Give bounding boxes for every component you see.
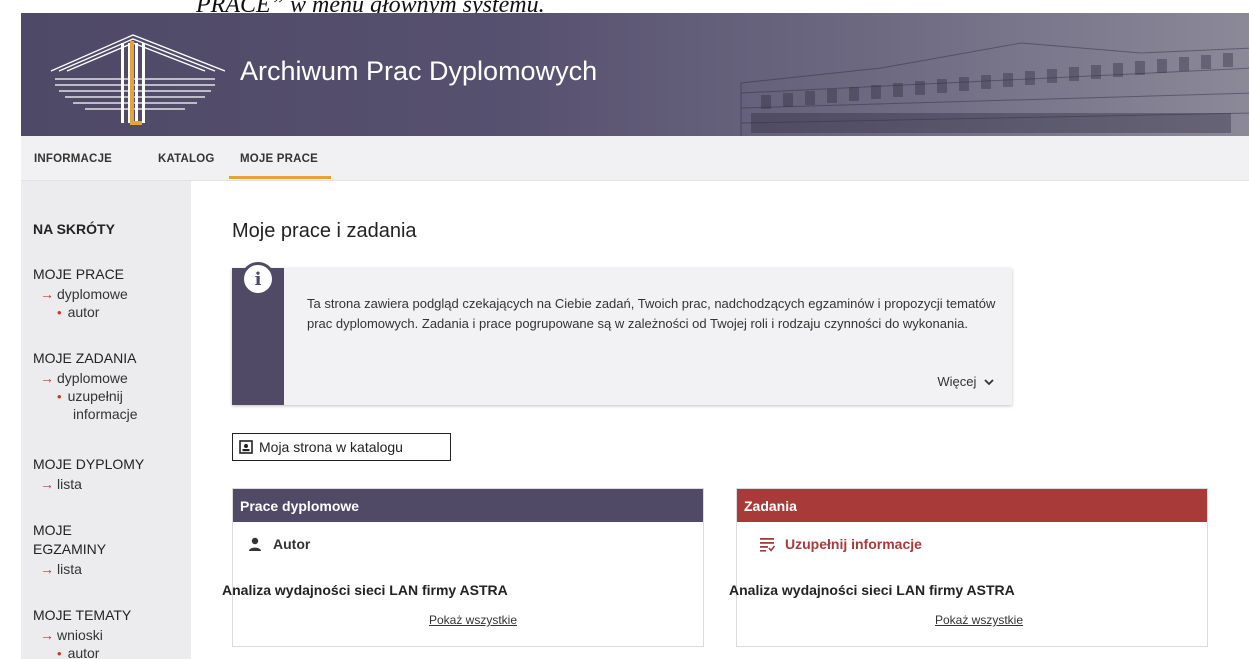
panel-prace-role[interactable]: Autor <box>247 536 310 552</box>
nav-tab-informacje[interactable]: INFORMACJE <box>34 153 112 165</box>
top-navigation: INFORMACJE KATALOG MOJE PRACE <box>21 136 1249 181</box>
panel-zadania-item[interactable]: Analiza wydajności sieci LAN firmy ASTRA <box>729 582 1015 598</box>
bullet-icon: • <box>57 646 62 659</box>
sidebar-link-uzupelnij[interactable]: • uzupełnij <box>57 387 123 406</box>
panel-zadania: Zadania Uzupełnij informacje Analiza wyd… <box>729 488 1208 647</box>
sidebar-section-moje-dyplomy[interactable]: MOJE DYPLOMY <box>33 455 144 474</box>
arrow-right-icon: → <box>40 286 54 302</box>
sidebar-link-tematy-autor[interactable]: • autor <box>57 644 99 659</box>
sidebar-section-moje-tematy[interactable]: MOJE TEMATY <box>33 606 131 625</box>
panel-zadania-header: Zadania <box>737 489 1207 522</box>
bullet-icon: • <box>57 389 62 404</box>
panel-prace-dyplomowe: Prace dyplomowe Autor Analiza wydajności… <box>222 488 704 647</box>
sidebar-link-prace-autor[interactable]: • autor <box>57 303 99 322</box>
sidebar-section-moje-zadania[interactable]: MOJE ZADANIA <box>33 349 136 368</box>
panel-prace-show-all[interactable]: Pokaż wszystkie <box>429 613 517 627</box>
sidebar-link-zadania-dyplomowe[interactable]: → dyplomowe <box>40 369 128 387</box>
sidebar: NA SKRÓTY MOJE PRACE → dyplomowe • autor M… <box>21 181 191 659</box>
sidebar-link-egzaminy-lista[interactable]: → lista <box>40 560 82 578</box>
chevron-down-icon <box>984 379 994 386</box>
sidebar-section-moje-egzaminy-line1[interactable]: MOJE <box>33 521 72 540</box>
person-icon <box>249 537 261 551</box>
sidebar-heading: NA SKRÓTY <box>33 221 115 237</box>
sidebar-section-moje-egzaminy-line2[interactable]: EGZAMINY <box>33 540 106 559</box>
info-icon: i <box>241 262 275 296</box>
id-card-icon <box>239 440 253 454</box>
sidebar-link-dyplomy-lista[interactable]: → lista <box>40 475 82 493</box>
more-button[interactable]: Więcej <box>937 374 994 389</box>
checklist-icon <box>760 538 775 552</box>
app-header: Archiwum Prac Dyplomowych <box>21 13 1249 136</box>
catalog-page-button[interactable]: Moja strona w katalogu <box>232 433 451 461</box>
panel-zadania-task[interactable]: Uzupełnij informacje <box>759 536 922 552</box>
app-title[interactable]: Archiwum Prac Dyplomowych <box>240 56 597 87</box>
arrow-right-icon: → <box>40 627 54 643</box>
sidebar-link-wnioski[interactable]: → wnioski <box>40 626 103 644</box>
page-title: Moje prace i zadania <box>232 220 417 242</box>
active-tab-indicator <box>229 176 331 179</box>
arrow-right-icon: → <box>40 561 54 577</box>
bullet-icon: • <box>57 305 62 320</box>
info-box: i Ta strona zawiera podgląd czekających … <box>232 262 1012 405</box>
sidebar-link-informacje[interactable]: informacje <box>73 405 138 423</box>
sidebar-section-moje-prace[interactable]: MOJE PRACE <box>33 265 124 284</box>
arrow-right-icon: → <box>40 370 54 386</box>
panel-prace-header: Prace dyplomowe <box>233 489 703 522</box>
info-text: Ta strona zawiera podgląd czekających na… <box>307 296 996 331</box>
library-pillars-logo[interactable] <box>45 23 225 129</box>
building-illustration <box>740 42 1249 136</box>
sidebar-link-prace-dyplomowe[interactable]: → dyplomowe <box>40 285 128 303</box>
arrow-right-icon: → <box>40 476 54 492</box>
nav-tab-moje-prace[interactable]: MOJE PRACE <box>240 153 318 165</box>
panel-prace-item[interactable]: Analiza wydajności sieci LAN firmy ASTRA <box>222 582 508 598</box>
nav-tab-katalog[interactable]: KATALOG <box>158 153 215 165</box>
panel-zadania-show-all[interactable]: Pokaż wszystkie <box>935 613 1023 627</box>
app-window: Archiwum Prac Dyplomowych INFORMACJE KAT… <box>21 13 1249 659</box>
